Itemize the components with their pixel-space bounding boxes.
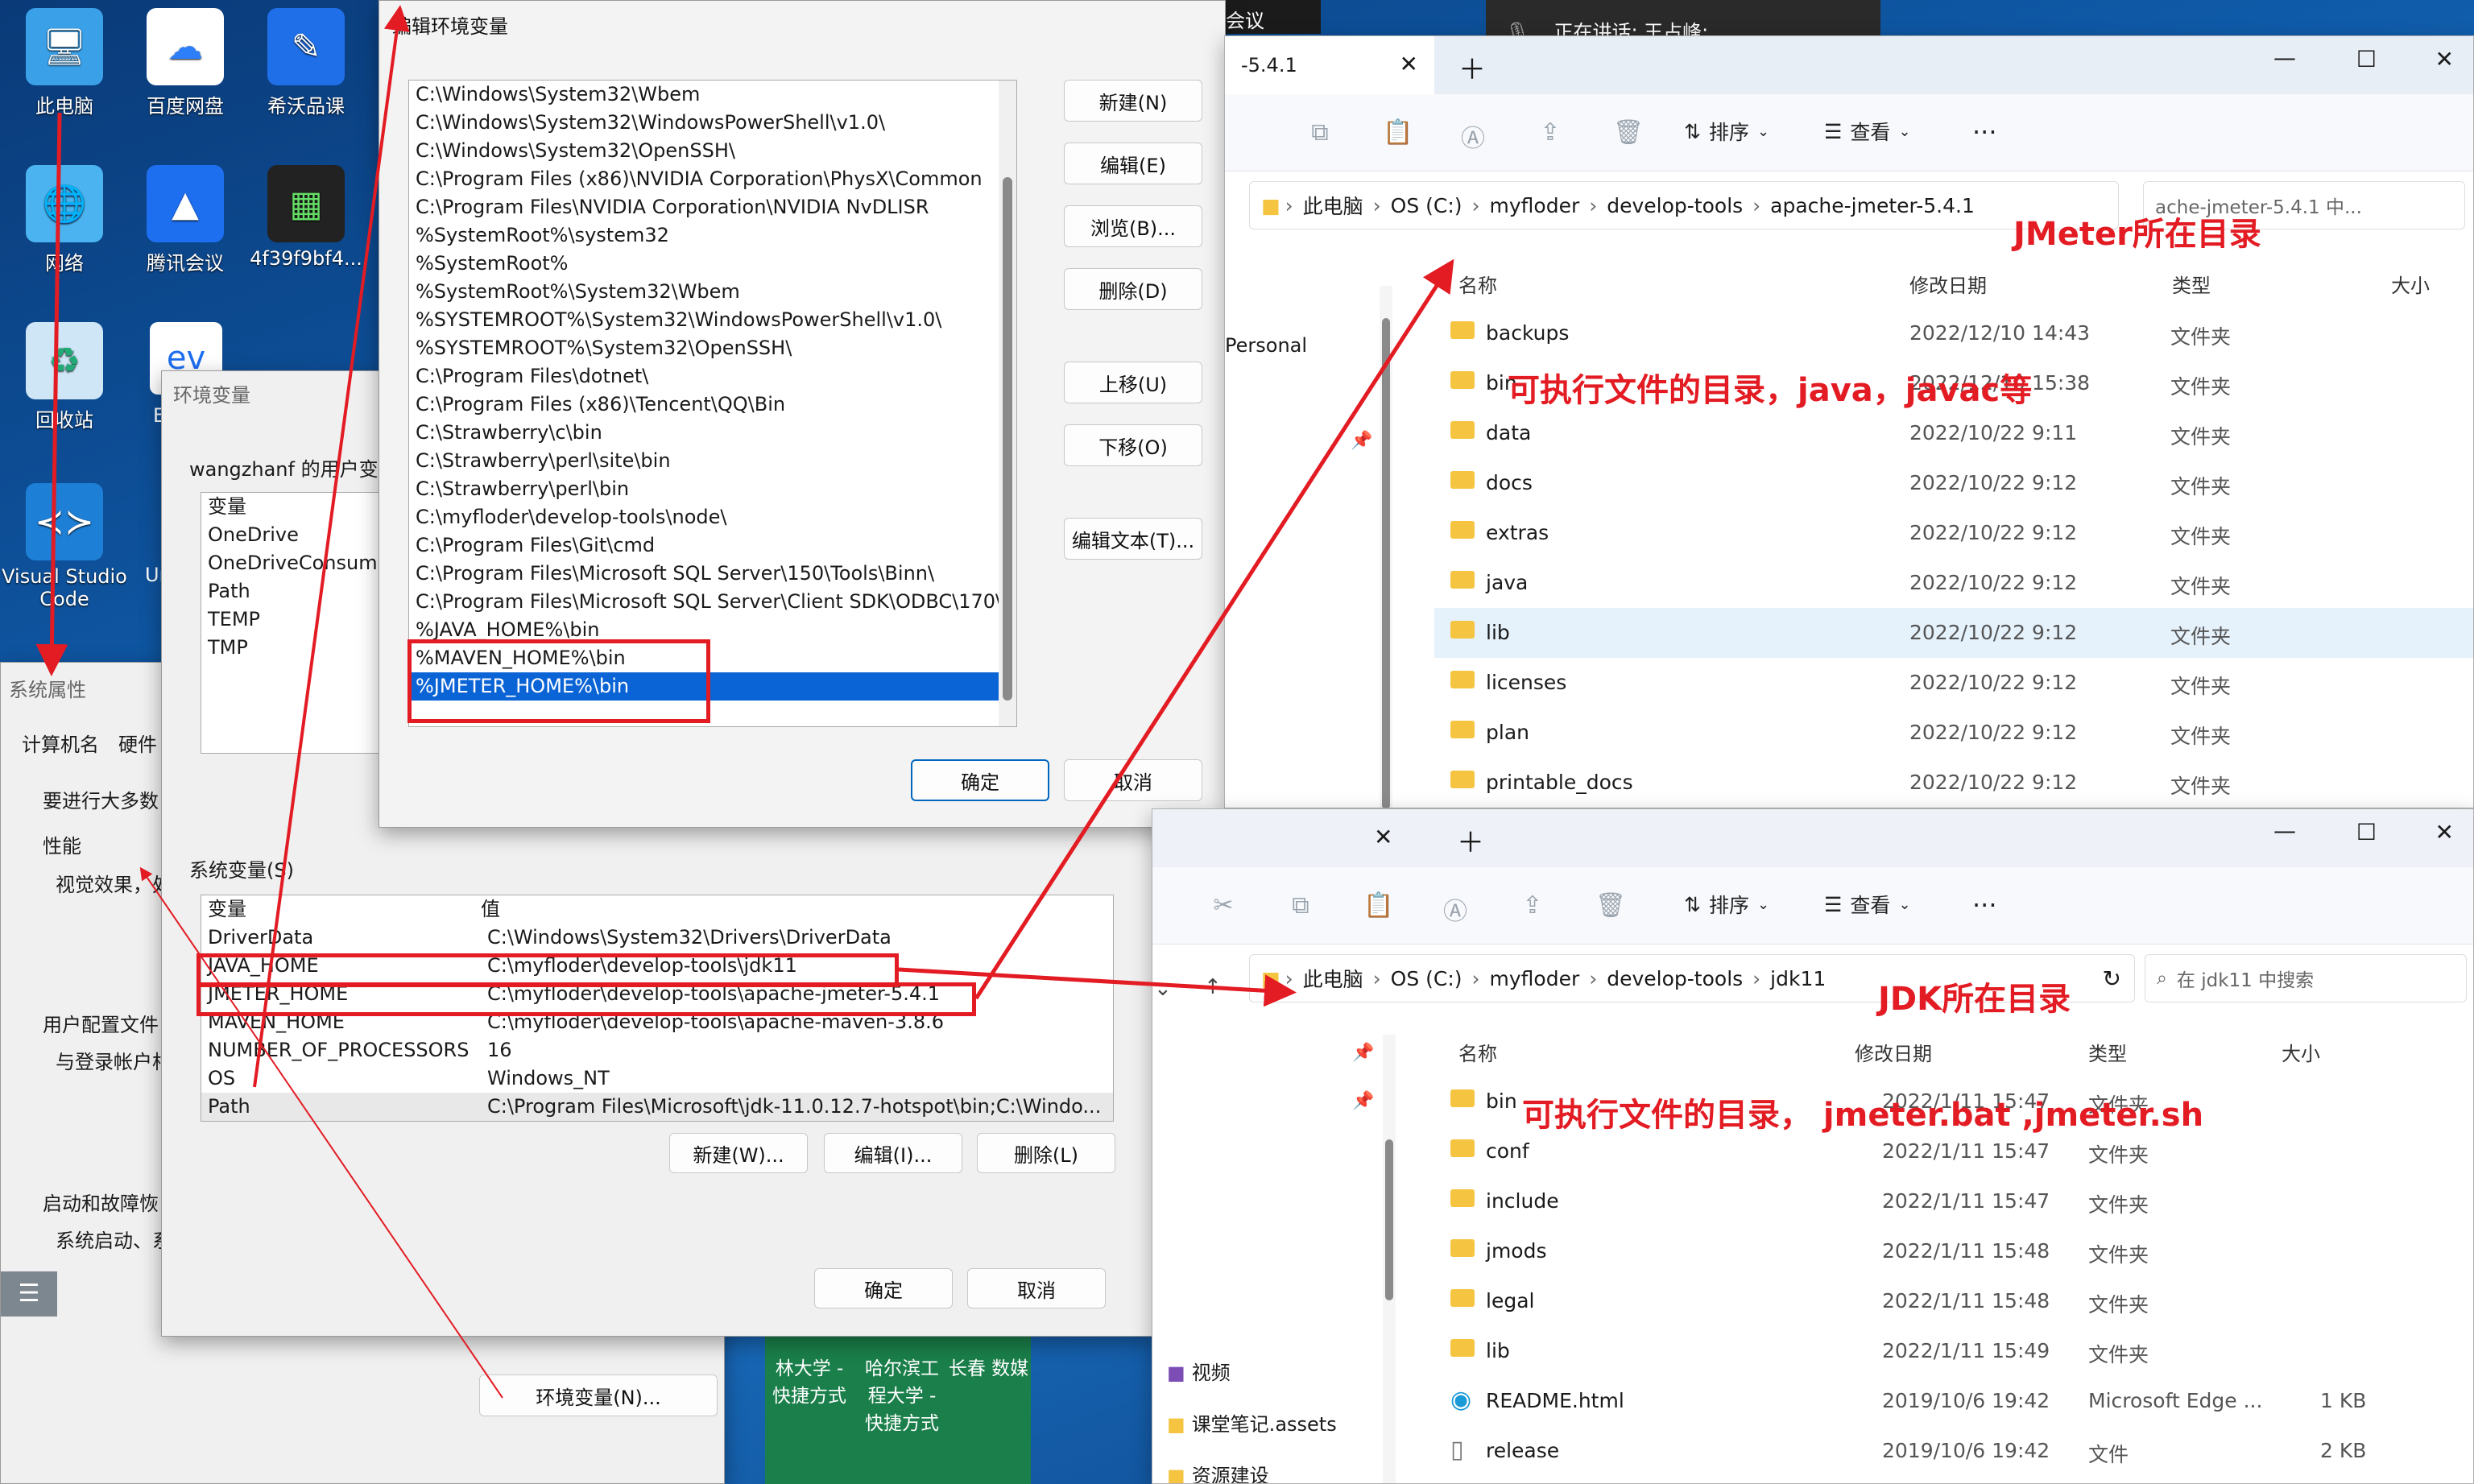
arrow [974,258,1454,1000]
arrow [35,112,68,676]
arrow [898,967,1297,1007]
arrow [253,5,410,1088]
arrow [139,866,503,1399]
annotation-arrows [35,5,1454,1399]
